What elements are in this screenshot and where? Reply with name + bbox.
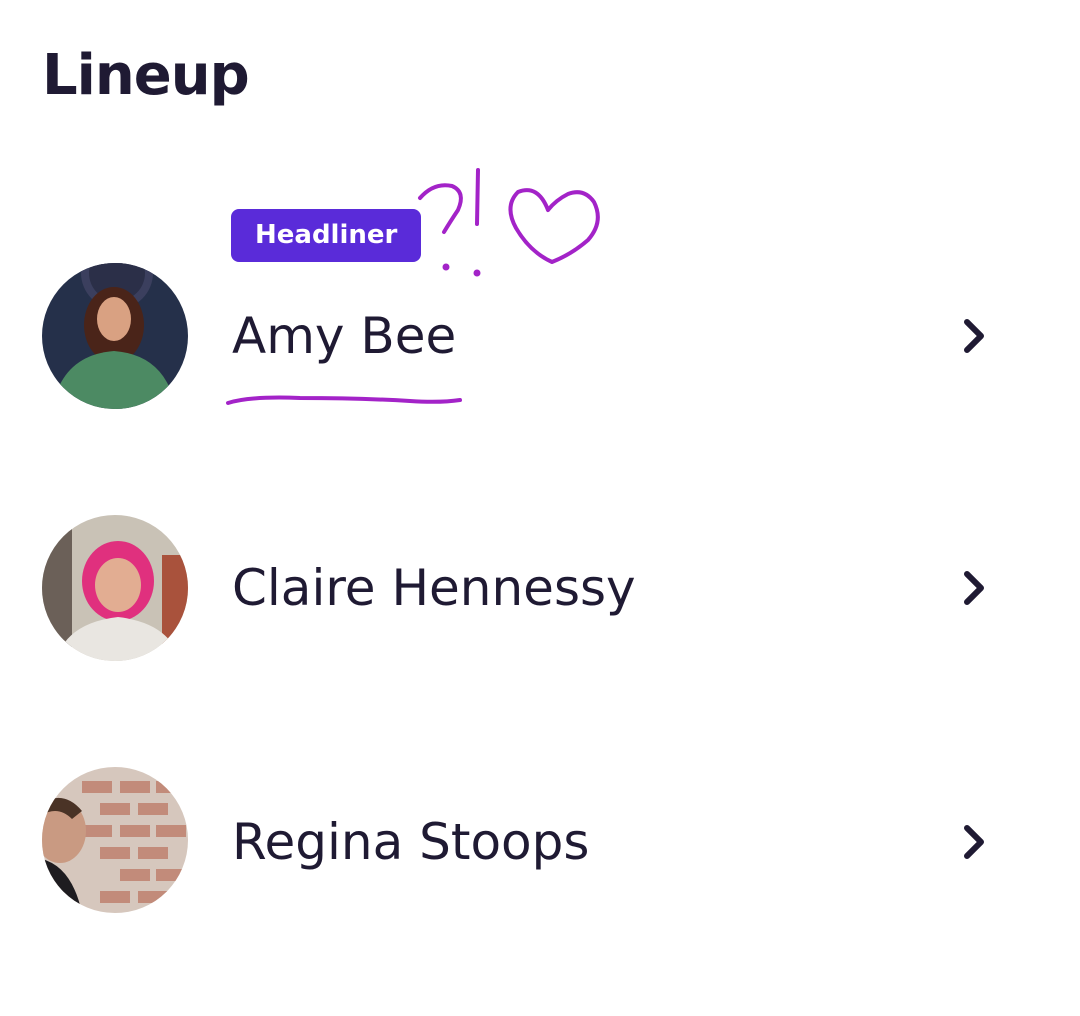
- avatar: [42, 263, 188, 409]
- performer-name: Claire Hennessy: [232, 559, 636, 617]
- chevron-right-icon: [964, 319, 984, 353]
- page-title: Lineup: [42, 43, 250, 108]
- avatar-photo: [42, 515, 188, 661]
- chevron-right-icon: [964, 825, 984, 859]
- exclamation-mark-doodle: [475, 168, 480, 226]
- avatar-photo: [42, 767, 188, 913]
- avatar: [42, 515, 188, 661]
- performer-name: Amy Bee: [232, 307, 457, 365]
- chevron-right-icon: [964, 571, 984, 605]
- avatar-photo: [42, 263, 188, 409]
- heart-doodle: [508, 188, 600, 264]
- question-mark-doodle: [418, 183, 463, 234]
- avatar: [42, 767, 188, 913]
- lineup-item-amy-bee[interactable]: Amy Bee: [0, 256, 1080, 416]
- headliner-badge: Headliner: [231, 209, 422, 262]
- performer-name: Regina Stoops: [232, 813, 590, 871]
- lineup-item-claire-hennessy[interactable]: Claire Hennessy: [0, 508, 1080, 668]
- lineup-item-regina-stoops[interactable]: Regina Stoops: [0, 760, 1080, 920]
